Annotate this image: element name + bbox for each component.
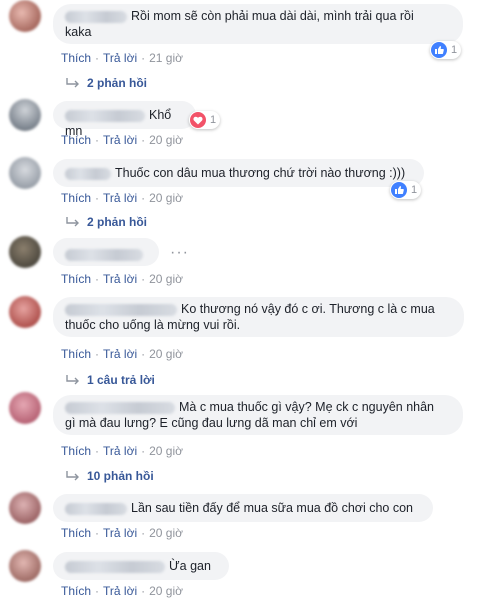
comment-bubble: Rồi mom sẽ còn phải mua dài dài, mình tr…	[53, 4, 463, 44]
comment-bubble: Mà c mua thuốc gì vậy? Mẹ ck c nguyên nh…	[53, 395, 463, 435]
like-link[interactable]: Thích	[61, 347, 91, 361]
reaction-badge[interactable]: 1	[189, 111, 221, 129]
commenter-name[interactable]	[65, 248, 143, 261]
like-link[interactable]: Thích	[61, 133, 91, 147]
comment-bubble: Khổ mn	[53, 101, 196, 138]
comment-bubble	[53, 238, 159, 266]
timestamp[interactable]: 21 giờ	[149, 51, 183, 65]
like-link[interactable]: Thích	[61, 526, 91, 540]
reply-link[interactable]: Trả lời	[103, 584, 137, 598]
like-link[interactable]: Thích	[61, 51, 91, 65]
like-link[interactable]: Thích	[61, 272, 91, 286]
view-replies-link[interactable]: 10 phản hồi	[66, 469, 154, 483]
reply-arrow-icon	[66, 375, 79, 385]
commenter-name[interactable]	[65, 109, 145, 122]
heart-icon	[190, 112, 206, 128]
replies-count: 2 phản hồi	[87, 215, 147, 229]
comment-actions: Thích · Trả lời · 21 giờ	[61, 51, 183, 65]
comment-actions: Thích · Trả lời · 20 giờ	[61, 584, 183, 598]
comment-bubble: Thuốc con dâu mua thương chứ trời nào th…	[53, 159, 424, 187]
avatar[interactable]	[9, 0, 41, 32]
reply-link[interactable]: Trả lời	[103, 51, 137, 65]
timestamp[interactable]: 20 giờ	[149, 526, 183, 540]
comment-actions: Thích · Trả lời · 20 giờ	[61, 444, 183, 458]
commenter-name[interactable]	[65, 502, 127, 515]
comment-actions: Thích · Trả lời · 20 giờ	[61, 133, 183, 147]
timestamp[interactable]: 20 giờ	[149, 347, 183, 361]
comment-bubble: Ừa gan	[53, 552, 229, 580]
replies-count: 10 phản hồi	[87, 469, 154, 483]
reaction-count: 1	[451, 44, 458, 56]
like-link[interactable]: Thích	[61, 191, 91, 205]
commenter-name[interactable]	[65, 10, 127, 23]
reply-link[interactable]: Trả lời	[103, 526, 137, 540]
replies-count: 1 câu trả lời	[87, 373, 155, 387]
commenter-name[interactable]	[65, 303, 177, 316]
reaction-count: 1	[210, 114, 217, 126]
like-icon	[431, 42, 447, 58]
timestamp[interactable]: 20 giờ	[149, 444, 183, 458]
avatar[interactable]	[9, 99, 41, 131]
comment-actions: Thích · Trả lời · 20 giờ	[61, 526, 183, 540]
reply-link[interactable]: Trả lời	[103, 191, 137, 205]
avatar[interactable]	[9, 157, 41, 189]
view-replies-link[interactable]: 2 phản hồi	[66, 215, 147, 229]
view-replies-link[interactable]: 2 phản hồi	[66, 76, 147, 90]
reply-arrow-icon	[66, 78, 79, 88]
reaction-badge[interactable]: 1	[430, 41, 462, 59]
avatar[interactable]	[9, 492, 41, 524]
reply-arrow-icon	[66, 471, 79, 481]
comment-actions: Thích · Trả lời · 20 giờ	[61, 347, 183, 361]
like-icon	[391, 182, 407, 198]
more-options-icon[interactable]: ···	[170, 244, 189, 262]
like-link[interactable]: Thích	[61, 584, 91, 598]
view-replies-link[interactable]: 1 câu trả lời	[66, 373, 155, 387]
avatar[interactable]	[9, 296, 41, 328]
like-link[interactable]: Thích	[61, 444, 91, 458]
avatar[interactable]	[9, 392, 41, 424]
reply-link[interactable]: Trả lời	[103, 347, 137, 361]
reply-link[interactable]: Trả lời	[103, 133, 137, 147]
comment-actions: Thích · Trả lời · 20 giờ	[61, 191, 183, 205]
comment-text: Lần sau tiền đấy để mua sữa mua đồ chơi …	[131, 501, 414, 515]
reply-arrow-icon	[66, 217, 79, 227]
commenter-name[interactable]	[65, 401, 175, 414]
reply-link[interactable]: Trả lời	[103, 272, 137, 286]
avatar[interactable]	[9, 550, 41, 582]
comment-actions: Thích · Trả lời · 20 giờ	[61, 272, 183, 286]
timestamp[interactable]: 20 giờ	[149, 133, 183, 147]
reply-link[interactable]: Trả lời	[103, 444, 137, 458]
comment-text: Thuốc con dâu mua thương chứ trời nào th…	[115, 166, 406, 180]
reaction-badge[interactable]: 1	[390, 181, 422, 199]
avatar[interactable]	[9, 236, 41, 268]
comment-bubble: Lần sau tiền đấy để mua sữa mua đồ chơi …	[53, 494, 433, 522]
replies-count: 2 phản hồi	[87, 76, 147, 90]
comment-text: Ừa gan	[169, 559, 211, 573]
reaction-count: 1	[411, 184, 418, 196]
timestamp[interactable]: 20 giờ	[149, 272, 183, 286]
comment-bubble: Ko thương nó vậy đó c ơi. Thương c là c …	[53, 297, 464, 337]
timestamp[interactable]: 20 giờ	[149, 191, 183, 205]
timestamp[interactable]: 20 giờ	[149, 584, 183, 598]
commenter-name[interactable]	[65, 167, 111, 180]
commenter-name[interactable]	[65, 560, 165, 573]
